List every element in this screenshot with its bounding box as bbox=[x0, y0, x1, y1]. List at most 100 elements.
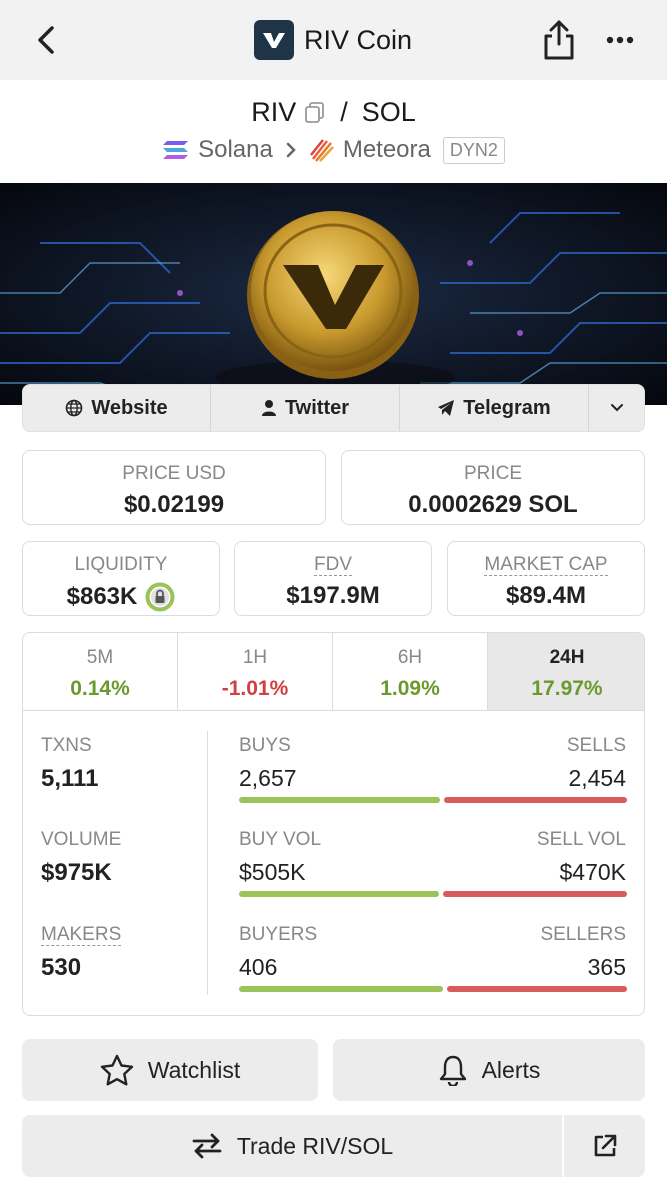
page-title: RIV Coin bbox=[304, 24, 413, 55]
open-external-button[interactable] bbox=[564, 1115, 645, 1177]
price-usd-label: PRICE USD bbox=[122, 463, 226, 484]
chain-name[interactable]: Solana bbox=[198, 136, 273, 164]
sell-vol-label: SELL VOL bbox=[536, 829, 626, 850]
buy-vol-value: $505K bbox=[239, 859, 306, 885]
sellers-bar bbox=[447, 986, 627, 992]
market-cap-label[interactable]: MARKET CAP bbox=[484, 554, 608, 576]
txns-block: TXNS 5,111 bbox=[41, 735, 98, 793]
watchlist-label: Watchlist bbox=[147, 1056, 241, 1083]
trade-button[interactable]: Trade RIV/SOL bbox=[22, 1115, 562, 1177]
star-icon bbox=[100, 1054, 133, 1086]
price-native-card: PRICE 0.0002629 SOL bbox=[341, 450, 645, 525]
social-links-bar: Website Twitter Telegram bbox=[22, 384, 645, 432]
watchlist-button[interactable]: Watchlist bbox=[22, 1039, 318, 1101]
base-token: RIV bbox=[251, 96, 297, 127]
sell-vol-value: $470K bbox=[559, 859, 626, 885]
tab-6h-change: 1.09% bbox=[380, 677, 440, 700]
volume-label: VOLUME bbox=[41, 829, 122, 850]
sells-label: SELLS bbox=[566, 735, 626, 756]
price-usd-value: $0.02199 bbox=[123, 491, 225, 518]
quote-token: SOL bbox=[361, 96, 416, 127]
tab-1h[interactable]: 1H -1.01% bbox=[178, 633, 333, 711]
sell-vol-bar bbox=[443, 891, 627, 897]
chevron-right-icon bbox=[286, 142, 296, 158]
price-native-label: PRICE bbox=[463, 463, 523, 484]
bell-icon bbox=[439, 1055, 466, 1086]
liquidity-label: LIQUIDITY bbox=[74, 554, 168, 575]
external-link-icon bbox=[594, 1134, 616, 1157]
solana-icon bbox=[163, 141, 189, 159]
price-usd-card: PRICE USD $0.02199 bbox=[22, 450, 326, 525]
fdv-label[interactable]: FDV bbox=[314, 554, 352, 576]
buyers-label: BUYERS bbox=[239, 924, 318, 945]
top-bar: RIV Coin bbox=[0, 0, 667, 80]
buyers-bar bbox=[239, 986, 443, 992]
buys-label: BUYS bbox=[239, 735, 291, 756]
dex-name[interactable]: Meteora bbox=[343, 136, 431, 164]
sellers-value: 365 bbox=[587, 954, 626, 980]
trade-label: Trade RIV/SOL bbox=[236, 1132, 394, 1159]
copy-icon[interactable] bbox=[304, 101, 326, 123]
more-links-button[interactable] bbox=[589, 385, 644, 431]
telegram-button[interactable]: Telegram bbox=[400, 385, 589, 431]
swap-arrows-icon bbox=[192, 1133, 222, 1159]
market-cap-card: MARKET CAP $89.4M bbox=[447, 541, 645, 616]
share-icon[interactable] bbox=[540, 18, 578, 62]
price-native-value: 0.0002629 SOL bbox=[408, 491, 578, 518]
market-cap-value: $89.4M bbox=[505, 582, 587, 609]
tab-1h-change: -1.01% bbox=[221, 677, 289, 700]
website-label: Website bbox=[91, 396, 168, 419]
sellers-label: SELLERS bbox=[540, 924, 626, 945]
tab-5m[interactable]: 5M 0.14% bbox=[23, 633, 178, 711]
buy-vol-label: BUY VOL bbox=[239, 829, 322, 850]
riv-logo-icon bbox=[254, 20, 294, 60]
tab-1h-label: 1H bbox=[242, 647, 268, 668]
makers-label[interactable]: MAKERS bbox=[41, 924, 122, 946]
twitter-label: Twitter bbox=[284, 396, 350, 419]
txns-value: 5,111 bbox=[41, 765, 99, 792]
volume-block: VOLUME $975K bbox=[41, 829, 121, 887]
volume-value: $975K bbox=[41, 859, 112, 886]
dex-badge: DYN2 bbox=[442, 136, 505, 164]
tab-6h[interactable]: 6H 1.09% bbox=[333, 633, 488, 711]
liquidity-value: $863K bbox=[66, 583, 138, 610]
alerts-button[interactable]: Alerts bbox=[333, 1039, 645, 1101]
website-button[interactable]: Website bbox=[23, 385, 211, 431]
fdv-value: $197.9M bbox=[286, 582, 380, 609]
telegram-icon bbox=[438, 400, 455, 416]
liquidity-card: LIQUIDITY $863K bbox=[22, 541, 220, 616]
tab-24h-change: 17.97% bbox=[531, 677, 603, 700]
tab-24h-label: 24H bbox=[549, 647, 585, 668]
chevron-left-icon[interactable] bbox=[30, 22, 62, 58]
sells-value: 2,454 bbox=[568, 765, 626, 791]
more-horizontal-icon[interactable] bbox=[605, 28, 635, 52]
column-divider bbox=[207, 731, 208, 995]
txns-label: TXNS bbox=[41, 735, 92, 756]
pair-separator: / bbox=[340, 96, 348, 127]
makers-block: MAKERS 530 bbox=[41, 924, 122, 982]
liquidity-row: $863K bbox=[23, 582, 219, 612]
tab-24h[interactable]: 24H 17.97% bbox=[488, 633, 644, 711]
sells-bar bbox=[444, 797, 627, 803]
twitter-button[interactable]: Twitter bbox=[211, 385, 400, 431]
telegram-label: Telegram bbox=[463, 396, 551, 419]
liquidity-lock-icon[interactable] bbox=[145, 582, 175, 612]
tab-5m-label: 5M bbox=[86, 647, 114, 668]
tab-6h-label: 6H bbox=[397, 647, 423, 668]
chevron-down-icon bbox=[610, 404, 623, 412]
pair-title: RIV / SOL bbox=[0, 92, 667, 132]
buys-value: 2,657 bbox=[239, 765, 297, 791]
token-banner-image bbox=[0, 183, 667, 405]
meteora-icon bbox=[309, 139, 334, 162]
tab-5m-change: 0.14% bbox=[70, 677, 130, 700]
globe-icon bbox=[66, 399, 83, 417]
buyers-value: 406 bbox=[239, 954, 278, 980]
chain-dex-row: Solana Meteora DYN2 bbox=[0, 132, 667, 168]
buys-bar bbox=[239, 797, 440, 803]
makers-value: 530 bbox=[41, 954, 82, 981]
app-title: RIV Coin bbox=[254, 19, 412, 61]
buy-vol-bar bbox=[239, 891, 439, 897]
stats-panel: 5M 0.14% 1H -1.01% 6H 1.09% 24H 17.97% T… bbox=[22, 632, 645, 1016]
fdv-card: FDV $197.9M bbox=[234, 541, 432, 616]
user-icon bbox=[261, 400, 276, 416]
